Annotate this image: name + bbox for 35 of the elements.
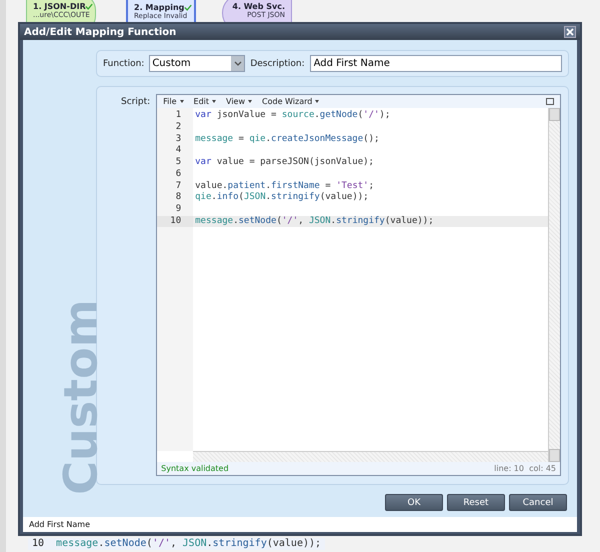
code-line: value.patient.firstName = 'Test'; [194,180,375,192]
dialog-button[interactable]: Reset [447,494,505,512]
code-line: var value = parseJSON(jsonValue); [194,157,375,169]
line-number: 5 [174,157,182,169]
line-number: 4 [174,145,182,158]
close-button[interactable] [564,26,576,38]
dialog-title: Add/Edit Mapping Function [24,26,176,38]
line-number: 10 [157,216,194,228]
menu-item[interactable]: View [226,97,252,106]
code-line: message = qie.createJsonMessage(); [194,134,380,146]
syntax-status: Syntax validated [161,464,229,474]
cursor-position: line: 10 col: 45 [494,464,556,474]
dialog-button[interactable]: Cancel [509,494,567,512]
menu-item[interactable]: Edit [194,97,216,106]
horizontal-scrollbar[interactable] [193,451,548,462]
line-number: 3 [174,134,182,146]
line-number: 1 [174,110,182,122]
description-label: Description: [250,58,305,69]
line-number: 7 [174,180,182,192]
function-label: Function: [103,58,144,69]
line-number: 9 [174,204,182,216]
function-dropdown[interactable]: Custom [149,55,246,72]
line-number: 2 [174,122,182,134]
line-number: 8 [174,192,182,204]
code-line: var jsonValue = source.getNode('/'); [194,110,392,122]
maximize-icon[interactable] [546,98,554,106]
vertical-scrollbar[interactable] [548,108,560,462]
menu-item[interactable]: File [163,97,184,106]
code-line: qie.info(JSON.stringify(value)); [194,192,370,204]
script-label: Script: [121,96,150,110]
footer-text: Add First Name [23,517,577,532]
dialog-button[interactable]: OK [385,494,443,512]
menu-item[interactable]: Code Wizard [262,97,320,106]
line-number: 6 [174,168,182,181]
description-field[interactable]: Add First Name [310,55,562,72]
